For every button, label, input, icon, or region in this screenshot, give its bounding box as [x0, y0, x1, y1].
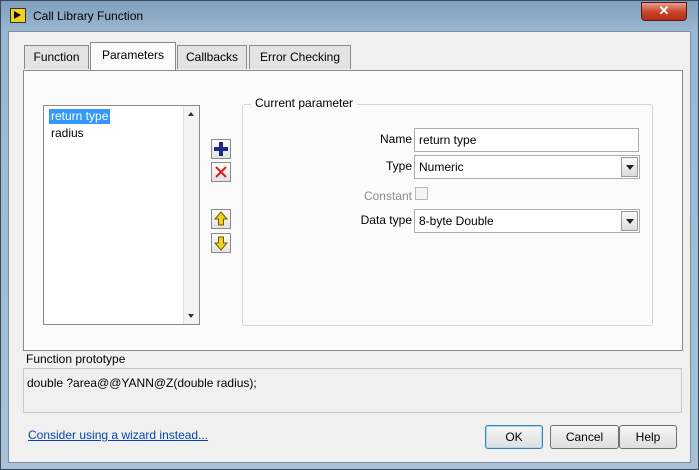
move-down-button[interactable] [211, 233, 231, 253]
dialog-client-area: Function Parameters Callbacks Error Chec… [8, 31, 691, 463]
move-up-button[interactable] [211, 209, 231, 229]
tab-error-checking[interactable]: Error Checking [249, 45, 351, 69]
scroll-up-arrow-icon[interactable] [188, 112, 194, 116]
cancel-button[interactable]: Cancel [550, 425, 619, 449]
type-select[interactable]: Numeric [414, 155, 640, 179]
data-type-select-value: 8-byte Double [419, 214, 494, 228]
close-button[interactable]: ✕ [641, 2, 687, 21]
help-button[interactable]: Help [619, 425, 677, 449]
labview-app-icon [10, 8, 26, 23]
scroll-down-arrow-icon[interactable] [188, 314, 194, 318]
data-type-select[interactable]: 8-byte Double [414, 209, 640, 233]
dialog-window: Call Library Function ✕ Function Paramet… [0, 0, 699, 470]
type-select-value: Numeric [419, 160, 464, 174]
constant-checkbox[interactable] [415, 187, 428, 200]
tab-function[interactable]: Function [24, 45, 89, 69]
name-label: Name [379, 132, 412, 146]
name-input[interactable]: return type [414, 128, 639, 152]
function-prototype-label: Function prototype [26, 352, 126, 366]
type-label: Type [385, 159, 412, 173]
list-item-return-type[interactable]: return type [49, 109, 111, 124]
tab-callbacks[interactable]: Callbacks [177, 45, 247, 69]
arrow-down-icon [213, 236, 229, 251]
list-item-radius[interactable]: radius [49, 126, 86, 141]
parameter-listbox[interactable]: return type radius [43, 105, 200, 325]
add-parameter-button[interactable] [211, 139, 231, 159]
data-type-label: Data type [360, 213, 412, 227]
delete-parameter-button[interactable] [211, 162, 231, 182]
plus-icon [214, 142, 228, 156]
wizard-link[interactable]: Consider using a wizard instead... [28, 428, 208, 442]
current-parameter-title: Current parameter [251, 96, 358, 110]
list-vertical-scrollbar[interactable] [183, 106, 199, 324]
tab-parameters[interactable]: Parameters [90, 42, 176, 70]
title-bar[interactable]: Call Library Function ✕ [1, 1, 699, 31]
ok-button[interactable]: OK [485, 425, 543, 449]
window-title: Call Library Function [33, 9, 144, 23]
arrow-up-icon [213, 211, 229, 226]
constant-label: Constant [363, 189, 412, 203]
red-x-icon [215, 166, 227, 178]
type-dropdown-chevron-icon[interactable] [621, 157, 638, 177]
data-type-dropdown-chevron-icon[interactable] [621, 211, 638, 231]
function-prototype-box: double ?area@@YANN@Z(double radius); [23, 368, 682, 413]
